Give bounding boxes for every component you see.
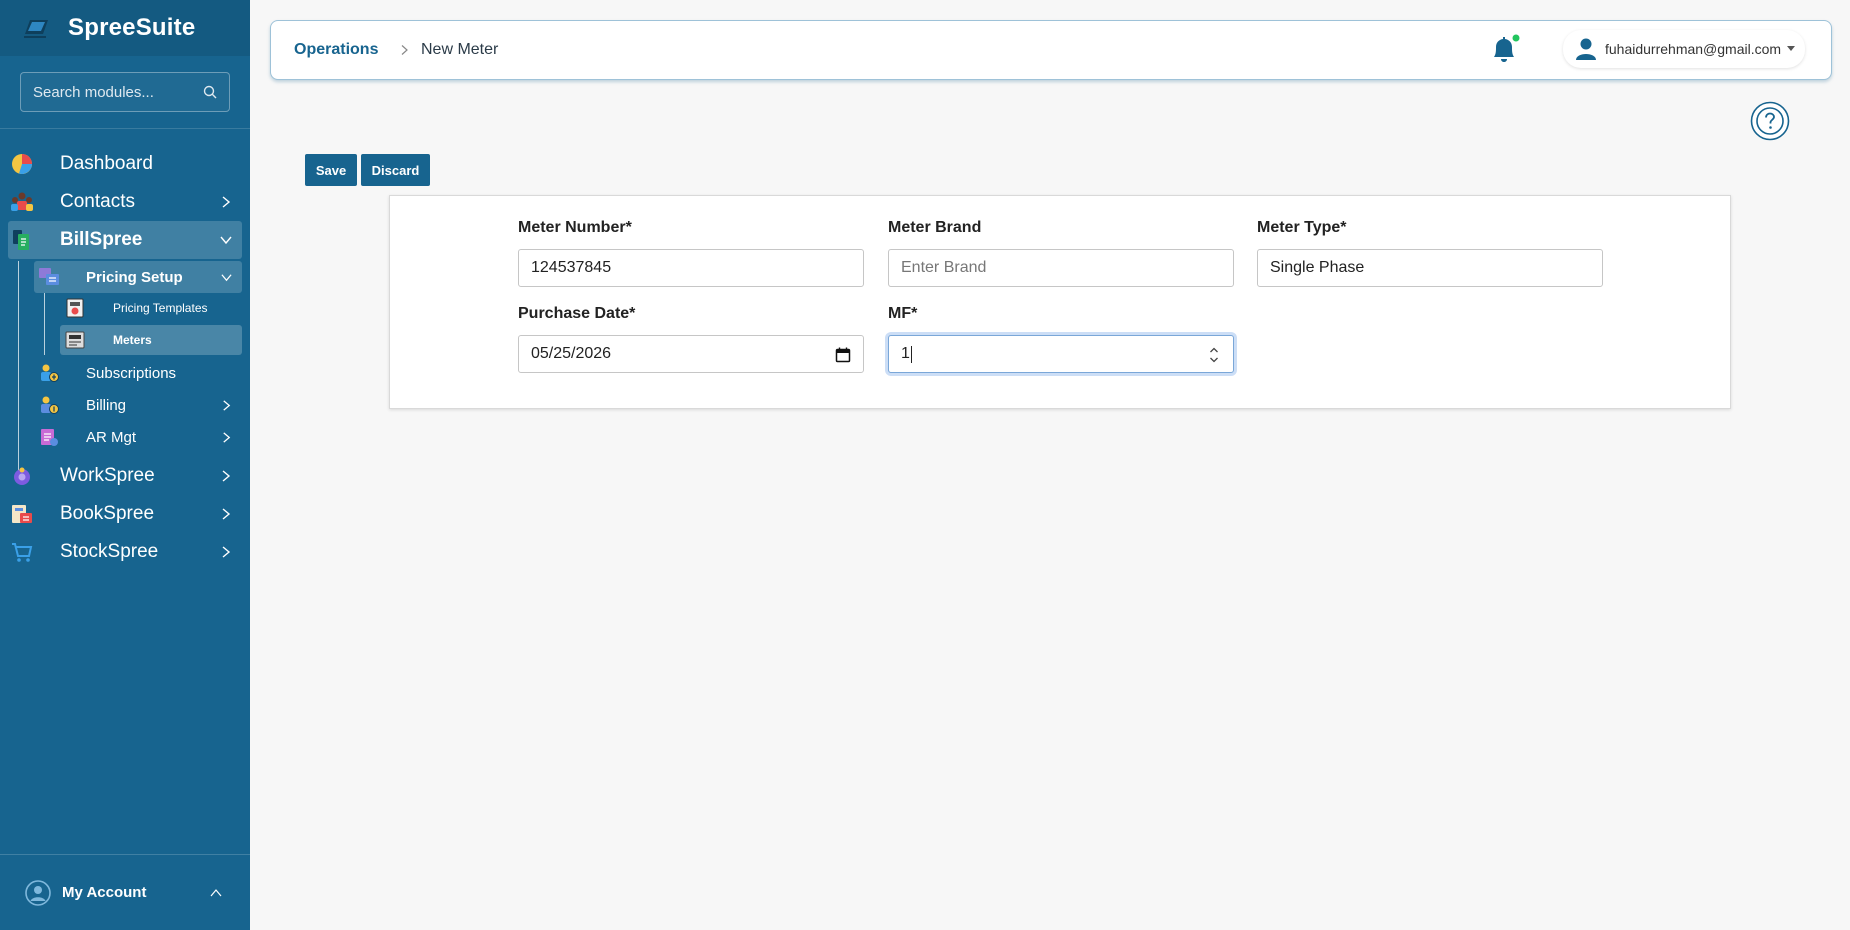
sidebar-item-label: Pricing Setup (86, 268, 183, 286)
meter-number-input[interactable]: 124537845 (518, 249, 864, 287)
meter-form-card: Meter Number* 124537845 Meter Brand Mete… (389, 195, 1731, 409)
mf-input[interactable]: 1 (888, 335, 1234, 373)
chevron-up-icon (210, 888, 222, 896)
meter-icon (65, 331, 85, 349)
purchase-date-field: Purchase Date* 05/25/2026 (518, 305, 864, 373)
meter-type-value: Single Phase (1270, 259, 1365, 276)
user-menu[interactable]: fuhaidurrehman@gmail.com (1563, 30, 1805, 68)
meter-type-input[interactable]: Single Phase (1257, 249, 1603, 287)
bill-document-icon (13, 230, 29, 250)
sidebar-item-label: Contacts (60, 191, 135, 212)
meter-number-value: 124537845 (531, 259, 612, 276)
mf-field: MF* 1 (888, 305, 1234, 373)
sidebar-item-meters[interactable]: Meters (60, 325, 242, 355)
chevron-right-icon (222, 470, 231, 482)
mf-value: 1 (901, 345, 910, 362)
sidebar-item-label: AR Mgt (86, 428, 137, 446)
top-header: Operations New Meter fuhaidurrehman@gmai… (270, 20, 1832, 80)
brand[interactable]: SpreeSuite (0, 0, 250, 56)
pie-chart-icon (12, 154, 32, 174)
chevron-right-icon (222, 196, 231, 208)
meter-number-field: Meter Number* 124537845 (518, 219, 864, 287)
sidebar-item-label: Meters (113, 333, 152, 347)
ar-management-icon (41, 429, 58, 446)
sidebar-item-pricing-templates[interactable]: Pricing Templates (0, 293, 250, 323)
chevron-right-icon (222, 546, 231, 558)
help-icon[interactable] (1750, 101, 1790, 141)
number-spinner-icon[interactable] (1209, 345, 1219, 365)
caret-down-icon (1787, 46, 1795, 51)
my-account-label: My Account (62, 884, 147, 901)
meter-number-label: Meter Number* (518, 219, 632, 236)
breadcrumb-operations[interactable]: Operations (294, 41, 378, 59)
pricing-setup-submenu: Pricing Templates Meters (0, 293, 250, 355)
sidebar-item-label: Pricing Templates (113, 301, 208, 315)
sidebar-search (0, 56, 250, 129)
sidebar: SpreeSuite Dashboard (0, 0, 250, 930)
save-button[interactable]: Save (305, 154, 357, 186)
meter-type-field: Meter Type* Single Phase (1257, 219, 1603, 287)
sidebar-item-label: WorkSpree (60, 465, 155, 486)
sidebar-item-workspree[interactable]: WorkSpree (0, 457, 250, 495)
sidebar-item-stockspree[interactable]: StockSpree (0, 533, 250, 571)
sidebar-item-ar-mgt[interactable]: AR Mgt (0, 421, 250, 453)
spreesuite-logo-icon (24, 20, 48, 38)
calendar-icon[interactable] (835, 347, 851, 363)
chevron-right-icon (223, 431, 231, 443)
chevron-down-icon (220, 236, 232, 245)
sidebar-item-label: Billing (86, 396, 127, 414)
sidebar-item-label: Subscriptions (86, 364, 177, 382)
sidebar-item-label: BillSpree (60, 229, 143, 250)
sidebar-item-pricing-setup[interactable]: Pricing Setup (34, 261, 242, 293)
purchase-date-value: 05/25/2026 (531, 345, 612, 362)
pricing-template-icon (66, 298, 84, 318)
sidebar-item-label: BookSpree (60, 503, 155, 524)
mf-label: MF* (888, 305, 918, 322)
search-box[interactable] (20, 72, 230, 112)
sidebar-item-dashboard[interactable]: Dashboard (0, 145, 250, 183)
breadcrumb-current: New Meter (421, 41, 499, 58)
shopping-cart-icon (12, 543, 33, 562)
breadcrumb-separator-icon (401, 45, 408, 55)
chevron-down-icon (221, 273, 232, 281)
subscriptions-icon (41, 364, 59, 382)
meter-brand-field: Meter Brand (888, 219, 1234, 287)
app-name: SpreeSuite (68, 14, 196, 41)
purchase-date-input[interactable]: 05/25/2026 (518, 335, 864, 373)
sidebar-item-billing[interactable]: Billing (0, 389, 250, 421)
search-icon[interactable] (203, 85, 217, 99)
contacts-group-icon (11, 192, 33, 211)
search-input[interactable] (33, 83, 203, 101)
sidebar-item-contacts[interactable]: Contacts (0, 183, 250, 221)
meter-brand-label: Meter Brand (888, 219, 982, 236)
user-circle-icon (25, 879, 51, 906)
billing-icon (41, 396, 59, 414)
billspree-submenu: Pricing Setup Pricing Templates Meters S… (0, 261, 250, 475)
text-cursor (910, 345, 912, 363)
notification-bell-icon[interactable] (1487, 33, 1521, 67)
meter-brand-input[interactable] (888, 249, 1234, 287)
sidebar-item-label: Dashboard (60, 153, 153, 174)
meter-type-label: Meter Type* (1257, 219, 1347, 236)
chevron-right-icon (223, 399, 231, 411)
sidebar-item-label: StockSpree (60, 541, 159, 562)
user-email: fuhaidurrehman@gmail.com (1605, 41, 1782, 57)
sidebar-item-bookspree[interactable]: BookSpree (0, 495, 250, 533)
discard-button[interactable]: Discard (361, 154, 430, 186)
my-account-toggle[interactable]: My Account (0, 854, 250, 930)
user-icon (1576, 38, 1596, 60)
sidebar-item-billspree[interactable]: BillSpree (8, 221, 242, 259)
workspree-gear-icon (14, 467, 30, 485)
pricing-setup-icon (39, 268, 59, 285)
chevron-right-icon (222, 508, 231, 520)
purchase-date-label: Purchase Date* (518, 305, 636, 322)
sidebar-item-subscriptions[interactable]: Subscriptions (0, 357, 250, 389)
bookspree-ledger-icon (12, 505, 32, 523)
sidebar-nav: Dashboard Contacts BillSpree Pricing Set… (0, 129, 250, 571)
